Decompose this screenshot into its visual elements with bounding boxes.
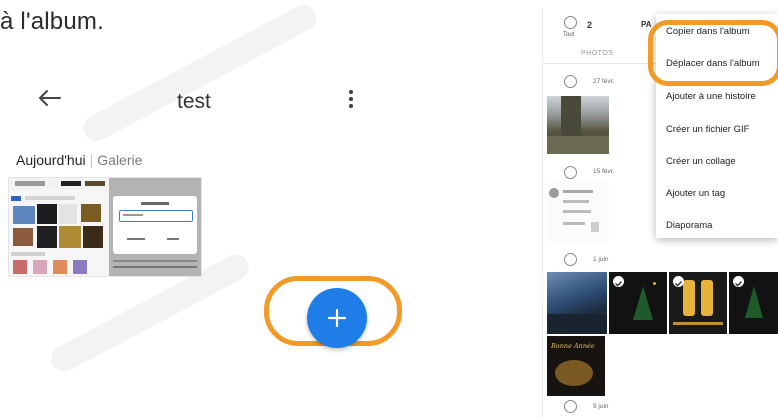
photo-thumbnail[interactable] (547, 96, 609, 154)
article-intro-text: à l'album. (0, 8, 104, 35)
breadcrumb-current: Aujourd'hui (16, 152, 86, 168)
select-all-label: Tout (563, 32, 575, 38)
check-icon[interactable] (733, 276, 744, 287)
section-date: 1 juin (593, 256, 609, 263)
screen-title: PA (641, 20, 652, 29)
add-button[interactable] (307, 288, 367, 348)
menu-item-add-tag[interactable]: Ajouter un tag (666, 188, 725, 199)
selected-count: 2 (587, 20, 593, 30)
breadcrumb-separator: | (89, 152, 94, 168)
breadcrumb: Aujourd'hui | Galerie (16, 152, 142, 168)
breadcrumb-source[interactable]: Galerie (97, 152, 142, 168)
screenshot-thumbnail[interactable] (547, 182, 609, 242)
check-icon[interactable] (673, 276, 684, 287)
arrow-left-icon[interactable] (36, 88, 64, 108)
photo-thumbnail[interactable] (547, 272, 607, 334)
photo-thumbnail[interactable]: Bonne Année (547, 336, 605, 396)
menu-item-slideshow[interactable]: Diaporama (666, 220, 712, 231)
check-icon[interactable] (613, 276, 624, 287)
watermark (79, 0, 321, 146)
section-date: 15 févr. (593, 168, 615, 175)
photo-caption: Bonne Année (551, 342, 595, 350)
section-checkbox[interactable] (564, 75, 577, 88)
menu-item-add-to-story[interactable]: Ajouter à une histoire (666, 91, 756, 102)
tab-photos[interactable]: PHOTOS (581, 50, 613, 57)
menu-item-create-collage[interactable]: Créer un collage (666, 156, 736, 167)
select-all-checkbox[interactable] (564, 16, 577, 29)
section-checkbox[interactable] (564, 400, 577, 413)
section-date: 9 juin (593, 403, 609, 410)
highlight-ring (648, 20, 778, 86)
plus-icon (327, 308, 347, 328)
section-date: 27 févr. (593, 78, 615, 85)
section-checkbox[interactable] (564, 253, 577, 266)
section-checkbox[interactable] (564, 166, 577, 179)
menu-item-create-gif[interactable]: Créer un fichier GIF (666, 124, 749, 135)
album-thumbnail[interactable] (8, 177, 202, 277)
album-title: test (177, 90, 211, 113)
more-vertical-icon[interactable] (347, 90, 355, 112)
